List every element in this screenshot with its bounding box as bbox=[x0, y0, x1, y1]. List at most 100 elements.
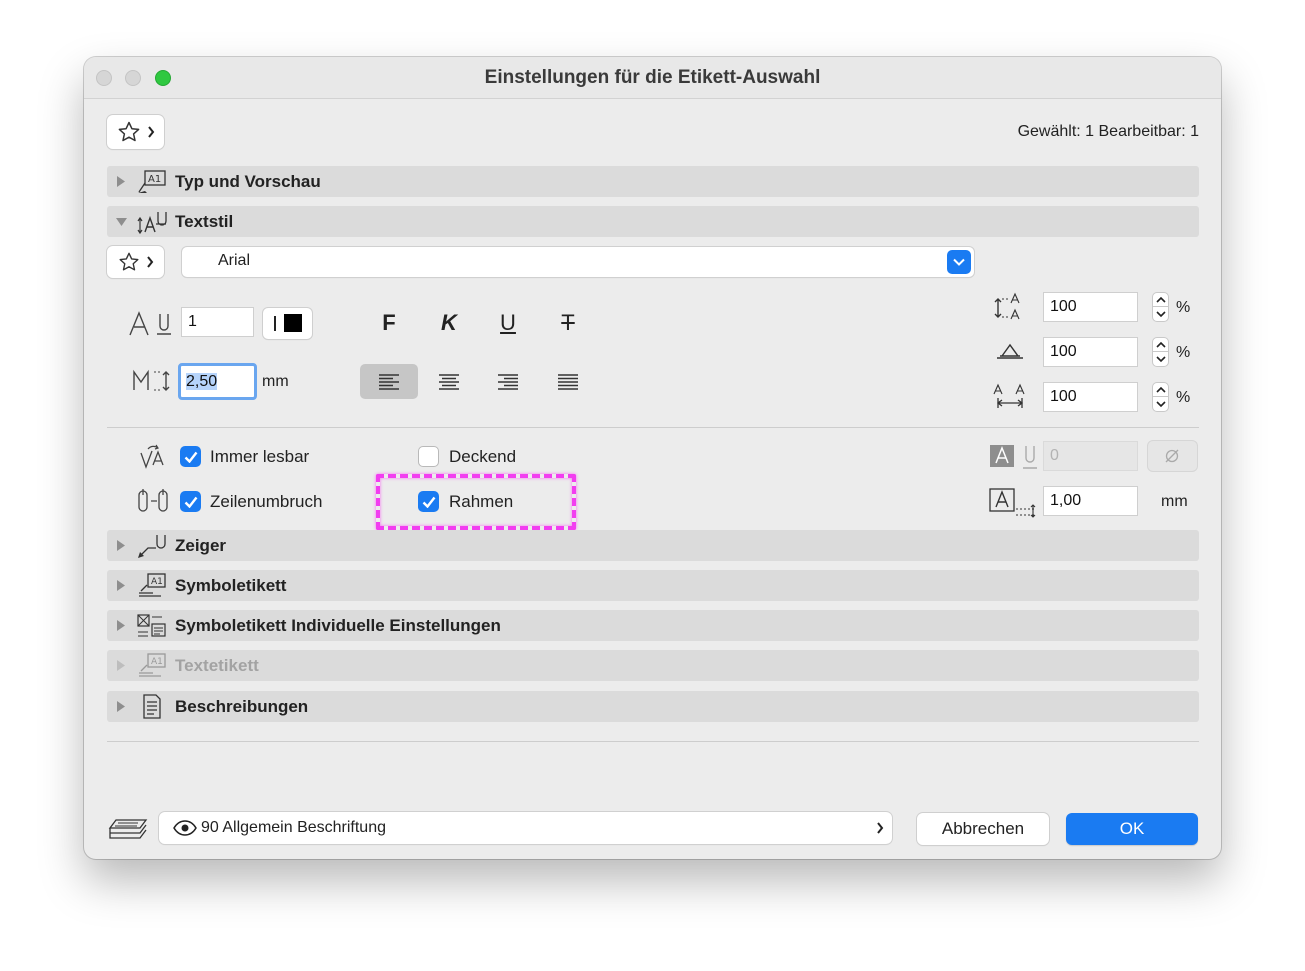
layer-selector[interactable]: 90 Allgemein Beschriftung bbox=[159, 812, 892, 844]
slant-field[interactable]: 100 bbox=[1043, 337, 1138, 367]
zeilenumbruch-checkbox[interactable] bbox=[180, 491, 201, 512]
section-textstil[interactable]: Textstil bbox=[107, 206, 1199, 237]
rahmen-checkbox[interactable] bbox=[418, 491, 439, 512]
stepper-down-icon[interactable] bbox=[1152, 352, 1169, 367]
width-factor-field[interactable]: 100 bbox=[1043, 292, 1138, 322]
width-factor-stepper[interactable] bbox=[1152, 292, 1169, 322]
background-pen-field: 0 bbox=[1043, 441, 1138, 471]
strikethrough-label: T bbox=[561, 309, 575, 335]
descriptions-icon bbox=[136, 693, 168, 720]
disclosure-triangle-icon bbox=[116, 619, 126, 632]
stepper-up-icon[interactable] bbox=[1152, 292, 1169, 307]
underline-button[interactable]: U bbox=[479, 305, 537, 340]
disclosure-triangle-icon bbox=[116, 539, 126, 552]
bold-button[interactable]: F bbox=[360, 305, 418, 340]
chevron-right-icon bbox=[876, 822, 884, 834]
deckend-checkbox[interactable] bbox=[418, 446, 439, 467]
star-icon bbox=[117, 120, 141, 144]
immer-lesbar-checkbox[interactable] bbox=[180, 446, 201, 467]
text-style-favorites-button[interactable] bbox=[107, 246, 164, 278]
section-beschreibungen[interactable]: Beschreibungen bbox=[107, 691, 1199, 722]
section-symboletikett-individuell[interactable]: Symboletikett Individuelle Einstellungen bbox=[107, 610, 1199, 641]
selection-count: Gewählt: 1 Bearbeitbar: 1 bbox=[1017, 123, 1199, 140]
disclosure-triangle-open-icon bbox=[115, 217, 128, 227]
frame-offset-icon bbox=[989, 487, 1039, 519]
immer-lesbar-label: Immer lesbar bbox=[210, 447, 310, 466]
section-label: Typ und Vorschau bbox=[175, 172, 321, 191]
section-label: Zeiger bbox=[175, 536, 227, 555]
symbol-label-custom-icon bbox=[136, 612, 168, 639]
section-typ-und-vorschau[interactable]: A1 Typ und Vorschau bbox=[107, 166, 1199, 197]
layer-name: 90 Allgemein Beschriftung bbox=[201, 819, 386, 836]
empty-set-icon bbox=[1164, 448, 1180, 464]
frame-offset-field[interactable]: 1,00 bbox=[1043, 486, 1138, 516]
spacing-unit: % bbox=[1176, 389, 1191, 406]
color-swatch bbox=[284, 314, 302, 332]
pointer-icon bbox=[136, 532, 168, 559]
section-label: Beschreibungen bbox=[175, 697, 309, 716]
svg-text:A1: A1 bbox=[148, 174, 161, 185]
favorites-button[interactable] bbox=[107, 115, 164, 149]
letter-spacing-field[interactable]: 100 bbox=[1043, 382, 1138, 412]
section-label: Textstil bbox=[175, 212, 234, 231]
disclosure-triangle-icon bbox=[116, 659, 126, 672]
section-zeiger[interactable]: Zeiger bbox=[107, 530, 1199, 561]
width-factor-icon bbox=[992, 292, 1026, 322]
align-right-button[interactable] bbox=[479, 364, 537, 399]
align-right-icon bbox=[497, 373, 519, 390]
section-symboletikett[interactable]: A1 Symboletikett bbox=[107, 570, 1199, 601]
chevron-right-icon bbox=[146, 256, 154, 268]
stepper-up-icon[interactable] bbox=[1152, 382, 1169, 397]
divider-mark bbox=[274, 316, 276, 331]
svg-text:A1: A1 bbox=[151, 657, 163, 667]
underline-label: U bbox=[500, 309, 516, 335]
layers-icon bbox=[108, 816, 148, 842]
align-justify-button[interactable] bbox=[539, 364, 597, 399]
section-textetikett: A1 Textetikett bbox=[107, 650, 1199, 681]
cancel-button[interactable]: Abbrechen bbox=[917, 813, 1049, 845]
frame-offset-unit: mm bbox=[1161, 493, 1188, 510]
deckend-label: Deckend bbox=[449, 447, 517, 466]
svg-text:A1: A1 bbox=[151, 577, 163, 587]
text-size-field[interactable]: 2,50 bbox=[178, 363, 257, 400]
disclosure-triangle-icon bbox=[116, 700, 126, 713]
slant-unit: % bbox=[1176, 344, 1191, 361]
size-unit: mm bbox=[262, 373, 289, 390]
strikethrough-button[interactable]: T bbox=[539, 305, 597, 340]
text-size-value: 2,50 bbox=[186, 373, 218, 390]
eye-icon bbox=[173, 820, 197, 836]
align-left-button[interactable] bbox=[360, 364, 418, 399]
ok-button[interactable]: OK bbox=[1066, 813, 1198, 845]
slant-icon bbox=[994, 340, 1026, 364]
background-pen-toggle bbox=[1148, 441, 1197, 471]
window-title: Einstellungen für die Etikett-Auswahl bbox=[484, 67, 821, 88]
align-center-icon bbox=[438, 373, 460, 390]
settings-dialog: Einstellungen für die Etikett-Auswahl Ge… bbox=[84, 57, 1221, 859]
star-icon bbox=[118, 251, 140, 273]
bold-label: F bbox=[382, 309, 396, 335]
width-unit: % bbox=[1176, 299, 1191, 316]
chevron-right-icon bbox=[147, 126, 155, 138]
pen-number-field[interactable]: 1 bbox=[181, 307, 254, 337]
letter-spacing-icon bbox=[992, 382, 1028, 410]
italic-label: K bbox=[441, 309, 457, 335]
chevron-down-icon bbox=[947, 250, 971, 274]
slant-stepper[interactable] bbox=[1152, 337, 1169, 367]
align-center-button[interactable] bbox=[420, 364, 478, 399]
footer-divider bbox=[107, 741, 1199, 742]
stepper-down-icon[interactable] bbox=[1152, 307, 1169, 322]
word-wrap-icon bbox=[136, 486, 172, 514]
italic-button[interactable]: K bbox=[420, 305, 478, 340]
pen-color-button[interactable] bbox=[263, 308, 312, 339]
stepper-down-icon[interactable] bbox=[1152, 397, 1169, 412]
disclosure-triangle-icon bbox=[116, 579, 126, 592]
font-value: Arial bbox=[218, 252, 251, 269]
letter-spacing-stepper[interactable] bbox=[1152, 382, 1169, 412]
section-divider bbox=[107, 427, 1199, 428]
section-label: Symboletikett bbox=[175, 576, 287, 595]
symbol-label-icon: A1 bbox=[136, 572, 168, 599]
stepper-up-icon[interactable] bbox=[1152, 337, 1169, 352]
text-style-icon bbox=[136, 208, 168, 235]
font-dropdown[interactable]: Arial bbox=[182, 247, 974, 277]
label-preview-icon: A1 bbox=[136, 168, 168, 195]
